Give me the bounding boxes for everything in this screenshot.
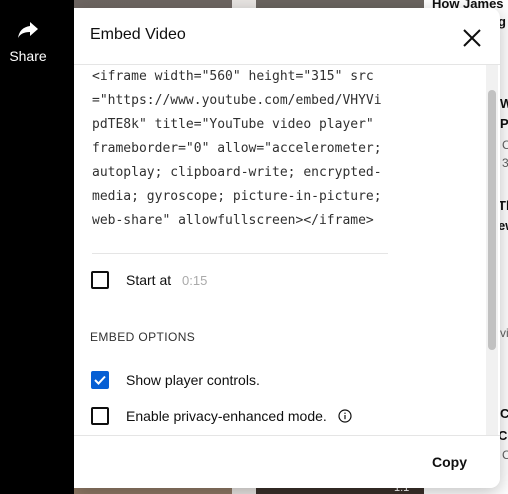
privacy-enhanced-mode-checkbox[interactable] [91, 407, 109, 425]
show-player-controls-label: Show player controls. [126, 372, 260, 388]
embed-options-heading: EMBED OPTIONS [90, 330, 196, 344]
start-at-checkbox[interactable] [91, 271, 109, 289]
dialog-footer: Copy [74, 435, 500, 488]
share-arrow-icon [18, 22, 38, 38]
dialog-header: Embed Video [74, 8, 500, 65]
background-thumbnail[interactable] [256, 0, 424, 8]
recommendation-meta: C [502, 448, 508, 462]
recommendation-title[interactable]: CT [500, 406, 508, 421]
embed-code-textarea[interactable]: <iframe width="560" height="315" src="ht… [92, 65, 388, 254]
recommendation-meta: C [502, 138, 508, 152]
close-button[interactable] [458, 24, 486, 52]
copy-button[interactable]: Copy [432, 454, 467, 470]
recommendation-title[interactable]: W [500, 96, 508, 111]
recommendation-title[interactable]: P [500, 116, 508, 131]
dialog-body: <iframe width="560" height="315" src="ht… [74, 65, 500, 435]
share-label: Share [9, 48, 47, 64]
start-at-time-input[interactable]: 0:15 [182, 273, 207, 288]
dialog-scrollbar-thumb[interactable] [488, 90, 496, 350]
privacy-enhanced-mode-label: Enable privacy-enhanced mode. [126, 408, 327, 424]
share-button[interactable]: Share [0, 18, 56, 64]
embed-video-dialog: Embed Video <iframe width="560" height="… [74, 8, 500, 488]
close-icon [463, 29, 481, 47]
info-icon[interactable] [338, 409, 352, 423]
checkmark-icon [94, 375, 106, 385]
show-player-controls-checkbox[interactable] [91, 371, 109, 389]
background-player-sidebar [0, 0, 74, 494]
recommendation-meta: vi [500, 326, 508, 340]
recommendation-meta: 3 [502, 156, 508, 170]
dialog-title: Embed Video [90, 26, 186, 43]
start-at-label: Start at [126, 272, 172, 288]
